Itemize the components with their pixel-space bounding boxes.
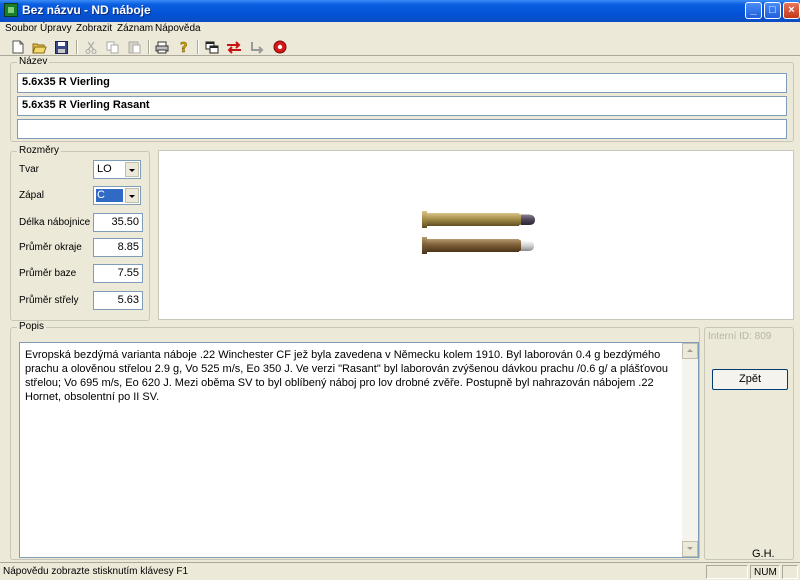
copy-icon[interactable] (104, 39, 121, 55)
toolbar: ? (0, 38, 800, 56)
cartridge-image (422, 211, 535, 254)
vertical-scrollbar[interactable] (682, 343, 698, 557)
open-folder-icon[interactable] (31, 39, 48, 55)
num-lock-indicator: NUM (750, 565, 780, 579)
svg-text:?: ? (180, 41, 188, 54)
chevron-down-icon[interactable] (125, 188, 139, 203)
save-icon[interactable] (53, 39, 70, 55)
back-button[interactable]: Zpět (712, 369, 788, 390)
side-panel (704, 327, 794, 560)
delka-input[interactable]: 35.50 (93, 213, 143, 232)
cartridge-image-panel (158, 150, 794, 320)
close-button[interactable]: × (783, 2, 800, 19)
print-icon[interactable] (153, 39, 170, 55)
stop-icon[interactable] (271, 39, 288, 55)
rozmery-group: Rozměry Tvar LO Zápal C Délka nábojnice … (10, 145, 150, 321)
name-field-2[interactable]: 5.6x35 R Vierling Rasant (17, 96, 787, 116)
minimize-button[interactable]: _ (745, 2, 762, 19)
rozmery-label: Rozměry (17, 145, 62, 157)
nazev-label: Název (17, 56, 50, 68)
tvar-label: Tvar (19, 164, 39, 175)
status-cell-end (782, 565, 798, 579)
tvar-value: LO (97, 163, 112, 175)
okraj-input[interactable]: 8.85 (93, 238, 143, 257)
help-icon[interactable]: ? (175, 39, 192, 55)
scroll-down-icon[interactable] (682, 541, 698, 557)
return-arrow-icon[interactable] (248, 39, 265, 55)
menu-soubor[interactable]: Soubor (5, 23, 37, 34)
menu-upravy[interactable]: Úpravy (40, 23, 72, 34)
status-cell-empty (706, 565, 748, 579)
strela-label: Průměr střely (19, 295, 79, 306)
author-signature: G.H. (752, 548, 775, 560)
zapal-value: C (96, 189, 123, 202)
app-icon (4, 3, 18, 17)
scroll-up-icon[interactable] (682, 343, 698, 359)
name-field-3[interactable] (17, 119, 787, 139)
internal-id: Interní ID: 809 (708, 331, 772, 342)
status-bar: Nápovědu zobrazte stisknutím klávesy F1 … (0, 562, 800, 580)
maximize-button[interactable]: □ (764, 2, 781, 19)
strela-input[interactable]: 5.63 (93, 291, 143, 310)
baze-label: Průměr baze (19, 268, 77, 279)
name-field-1[interactable]: 5.6x35 R Vierling (17, 73, 787, 93)
zapal-label: Zápal (19, 190, 45, 201)
windows-icon[interactable] (203, 39, 220, 55)
menu-napoveda[interactable]: Nápověda (155, 23, 201, 34)
popis-label: Popis (17, 321, 47, 333)
swap-icon[interactable] (225, 39, 242, 55)
popis-group: Popis Evropská bezdýmá varianta náboje .… (10, 321, 700, 560)
baze-input[interactable]: 7.55 (93, 264, 143, 283)
menu-zaznam[interactable]: Záznam (117, 23, 153, 34)
cut-icon[interactable] (82, 39, 99, 55)
menu-zobrazit[interactable]: Zobrazit (76, 23, 112, 34)
title-bar[interactable]: Bez názvu - ND náboje _ □ × (0, 0, 800, 22)
zapal-select[interactable]: C (93, 186, 141, 205)
new-file-icon[interactable] (9, 39, 26, 55)
nazev-group: Název 5.6x35 R Vierling 5.6x35 R Vierlin… (10, 56, 794, 142)
chevron-down-icon[interactable] (125, 162, 139, 177)
tvar-select[interactable]: LO (93, 160, 141, 179)
delka-label: Délka nábojnice (19, 217, 91, 228)
description-text: Evropská bezdýmá varianta náboje .22 Win… (25, 349, 668, 403)
paste-icon[interactable] (126, 39, 143, 55)
status-hint: Nápovědu zobrazte stisknutím klávesy F1 (3, 566, 189, 577)
menu-bar: Soubor Úpravy Zobrazit Záznam Nápověda (0, 22, 800, 38)
window-title: Bez názvu - ND náboje (22, 3, 151, 17)
description-textarea[interactable]: Evropská bezdýmá varianta náboje .22 Win… (19, 342, 699, 558)
okraj-label: Průměr okraje (19, 242, 82, 253)
